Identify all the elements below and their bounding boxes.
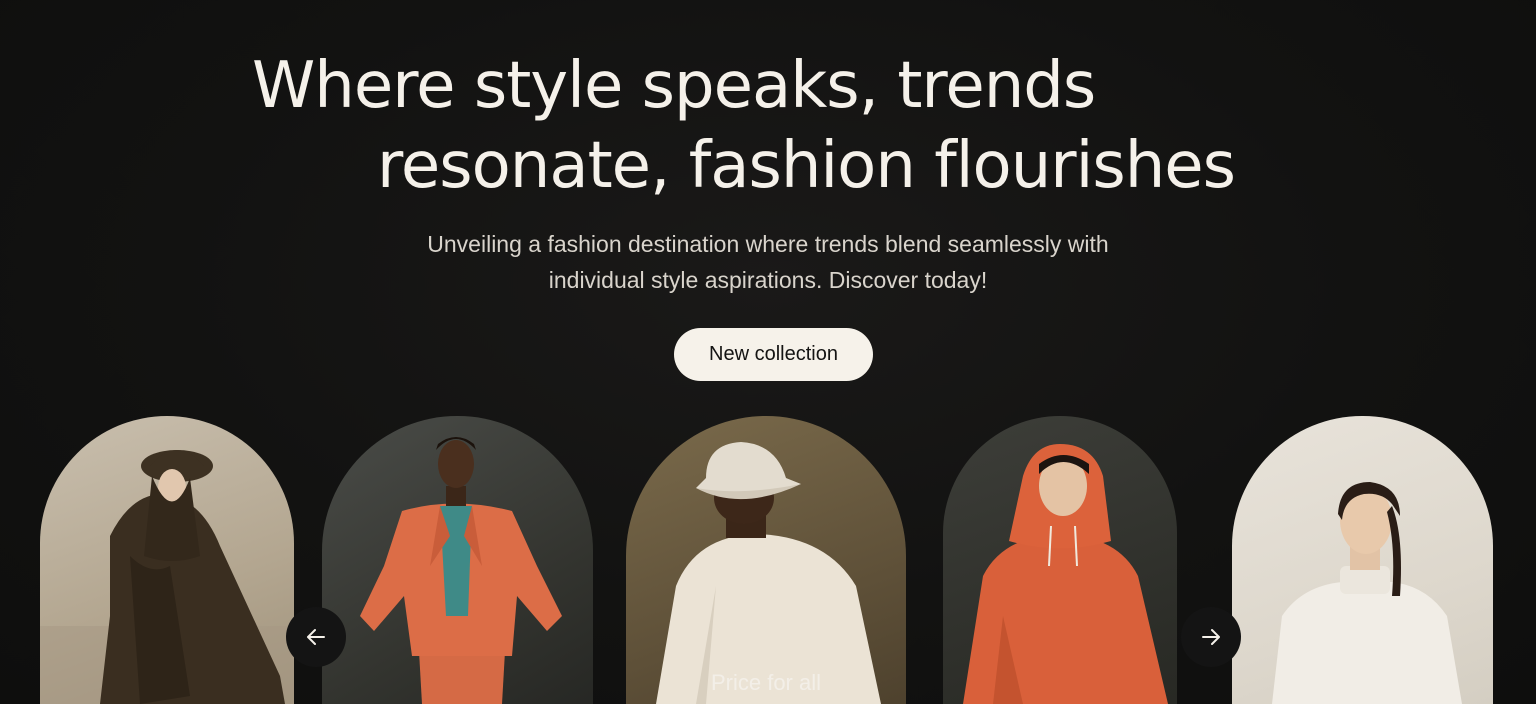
carousel-card-5[interactable] <box>1232 416 1493 704</box>
hero-title: Where style speaks, trends resonate, fas… <box>0 0 1536 210</box>
hero-subtitle-line-2: individual style aspirations. Discover t… <box>548 267 988 293</box>
card-2-image <box>360 437 562 704</box>
price-caption: Price for all <box>710 670 822 695</box>
hero-subtitle-line-1: Unveiling a fashion destination where tr… <box>427 231 1109 257</box>
hero-title-line-1: Where style speaks, trends <box>252 49 1096 123</box>
carousel-card-2[interactable] <box>322 416 593 704</box>
new-collection-button[interactable]: New collection <box>674 328 873 381</box>
card-1-image <box>40 450 294 704</box>
carousel-next-button[interactable] <box>1181 607 1241 667</box>
hero-title-line-2: resonate, fashion flourishes <box>377 129 1236 203</box>
card-4-image <box>963 444 1168 704</box>
arrow-right-icon <box>1202 629 1220 645</box>
product-carousel: Price for all <box>0 416 1536 704</box>
carousel-prev-button[interactable] <box>286 607 346 667</box>
card-3-image <box>656 442 881 704</box>
carousel-card-4[interactable] <box>943 416 1177 704</box>
hero-subtitle: Unveiling a fashion destination where tr… <box>0 226 1536 298</box>
carousel-card-1[interactable] <box>40 416 294 704</box>
arrow-left-icon <box>307 629 325 645</box>
card-5-image <box>1272 482 1462 704</box>
carousel-card-3[interactable] <box>626 416 906 704</box>
